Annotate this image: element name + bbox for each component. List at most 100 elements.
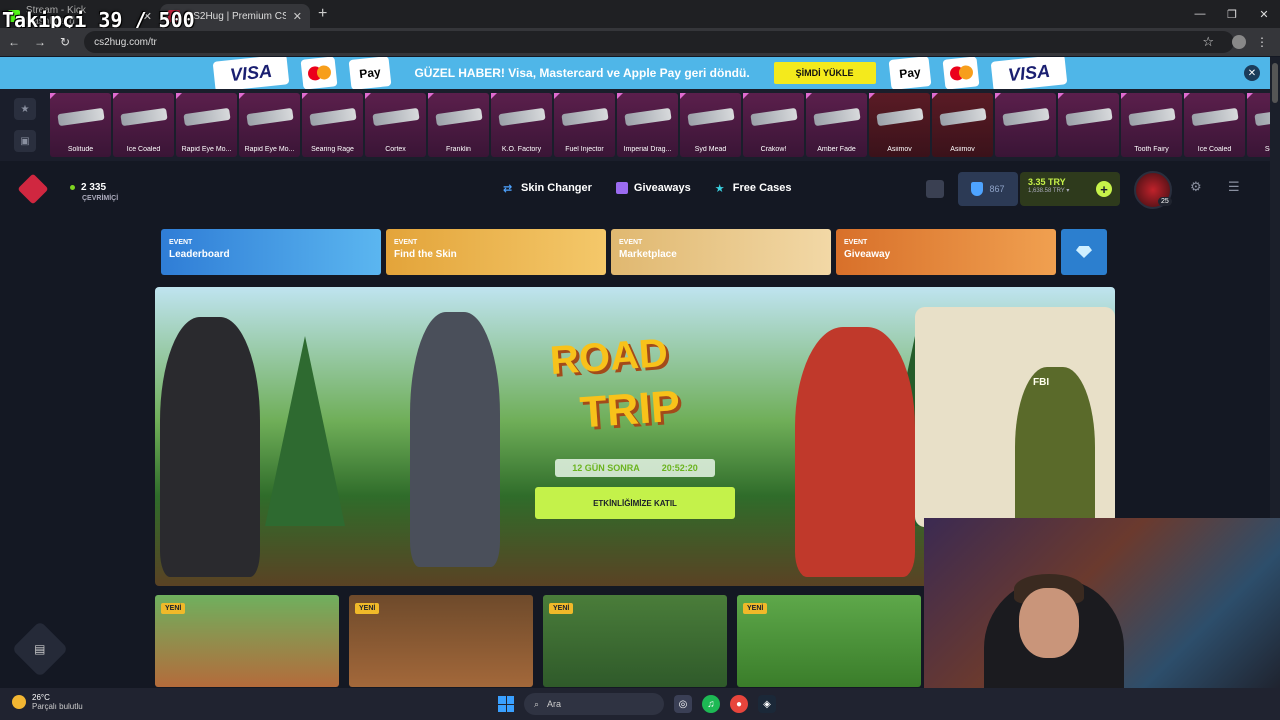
back-icon[interactable]: ← bbox=[8, 35, 20, 49]
drop-item[interactable]: Searing Rage bbox=[302, 93, 363, 157]
mastercard-icon bbox=[942, 57, 979, 89]
drop-item[interactable]: Rapid Eye Mo... bbox=[239, 93, 300, 157]
weapon-skin-icon bbox=[435, 107, 483, 127]
forward-icon[interactable]: → bbox=[34, 35, 46, 49]
drop-name: Amber Fade bbox=[817, 146, 856, 153]
inventory-box-icon[interactable] bbox=[926, 180, 944, 198]
profile-icon[interactable] bbox=[1232, 35, 1246, 49]
online-label: ÇEVRİMİÇİ bbox=[82, 195, 119, 202]
drop-name: Solitude bbox=[1264, 146, 1270, 153]
drop-name: Franklin bbox=[446, 146, 471, 153]
drop-item[interactable]: Rapid Eye Mo... bbox=[176, 93, 237, 157]
minimize-icon[interactable]: — bbox=[1184, 0, 1216, 28]
weapon-skin-icon bbox=[57, 107, 105, 127]
event-find-the-skin[interactable]: EVENT Find the Skin bbox=[386, 229, 606, 275]
drop-item[interactable]: Ice Coaled bbox=[1184, 93, 1245, 157]
drop-name: Rapid Eye Mo... bbox=[244, 146, 295, 153]
case-card[interactable]: YENİ bbox=[349, 595, 533, 687]
spotify-icon[interactable]: ♫ bbox=[702, 695, 720, 713]
address-bar-row: ← → ↻ cs2hug.com/tr ☆ ⋮ bbox=[0, 28, 1280, 56]
drop-item[interactable]: Solitude bbox=[1247, 93, 1270, 157]
weather-widget[interactable]: 26°C Parçalı bulutlu bbox=[12, 693, 83, 711]
deposit-plus-button[interactable]: + bbox=[1096, 181, 1112, 197]
drop-item[interactable]: Tooth Fairy bbox=[1121, 93, 1182, 157]
bookmark-star-icon[interactable]: ☆ bbox=[1202, 34, 1214, 50]
drop-item[interactable]: K.O. Factory bbox=[491, 93, 552, 157]
windows-start-icon[interactable] bbox=[498, 696, 514, 712]
drop-item[interactable] bbox=[1058, 93, 1119, 157]
drop-name: Solitude bbox=[67, 146, 94, 153]
url-field[interactable]: cs2hug.com/tr bbox=[84, 31, 1235, 53]
drop-item[interactable]: Solitude bbox=[50, 93, 111, 157]
join-event-button[interactable]: ETKİNLİĞİMİZE KATIL bbox=[535, 487, 735, 519]
menu-icon[interactable]: ☰ bbox=[1228, 179, 1240, 195]
drop-item[interactable]: Syd Mead bbox=[680, 93, 741, 157]
nav-free-cases[interactable]: ★ Free Cases bbox=[714, 182, 792, 195]
weapon-skin-icon bbox=[1254, 107, 1270, 127]
app-icon[interactable]: ◎ bbox=[674, 695, 692, 713]
nav-skin-changer[interactable]: ⇄ Skin Changer bbox=[503, 182, 592, 195]
visa-card-icon: VISA bbox=[990, 57, 1067, 89]
road-trip-title-line1: ROAD bbox=[548, 330, 670, 384]
drop-item[interactable]: Ice Coaled bbox=[113, 93, 174, 157]
weapon-skin-icon bbox=[1128, 107, 1176, 127]
diamond-event-button[interactable] bbox=[1061, 229, 1107, 275]
drop-item[interactable]: Amber Fade bbox=[806, 93, 867, 157]
drop-item[interactable]: Asiimov bbox=[932, 93, 993, 157]
drop-item[interactable]: Fuel Injector bbox=[554, 93, 615, 157]
steam-icon[interactable]: ◈ bbox=[758, 695, 776, 713]
shield-balance[interactable]: 867 bbox=[958, 172, 1018, 206]
drop-name: Asiimov bbox=[887, 146, 912, 153]
diamond-icon bbox=[1076, 246, 1092, 258]
case-card[interactable]: YENİ bbox=[543, 595, 727, 687]
drop-name: Imperial Drag... bbox=[623, 146, 672, 153]
event-marketplace[interactable]: EVENT Marketplace bbox=[611, 229, 831, 275]
case-card[interactable]: YENİ bbox=[737, 595, 921, 687]
drop-item[interactable]: Franklin bbox=[428, 93, 489, 157]
new-tab-icon[interactable]: + bbox=[318, 5, 327, 23]
close-tab-icon[interactable]: ✕ bbox=[293, 10, 302, 23]
drop-item[interactable]: Imperial Drag... bbox=[617, 93, 678, 157]
drop-name: Cortex bbox=[385, 146, 406, 153]
weapon-skin-icon bbox=[561, 107, 609, 127]
case-card[interactable]: YENİ bbox=[155, 595, 339, 687]
all-drops-icon[interactable]: ▣ bbox=[14, 130, 36, 152]
balance-widget[interactable]: 3.35 TRY 1,638.58 TRY ▾ + bbox=[1020, 172, 1120, 206]
site-logo[interactable] bbox=[17, 173, 49, 205]
taskbar-search[interactable]: ⌕ Ara bbox=[524, 693, 664, 715]
online-count: 2 335 bbox=[70, 182, 106, 193]
chrome-icon[interactable]: ● bbox=[730, 695, 748, 713]
star-icon: ★ bbox=[714, 183, 725, 195]
weather-icon bbox=[12, 695, 26, 709]
drop-name: Syd Mead bbox=[694, 146, 727, 153]
event-leaderboard[interactable]: EVENT Leaderboard bbox=[161, 229, 381, 275]
drop-name: Asiimov bbox=[950, 146, 975, 153]
drop-item[interactable]: Crakow! bbox=[743, 93, 804, 157]
drop-item[interactable] bbox=[995, 93, 1056, 157]
live-drops-ticker: ★ ▣ Solitude Ice Coaled Rapid Eye Mo... Rap… bbox=[0, 89, 1270, 161]
top-drops-icon[interactable]: ★ bbox=[14, 98, 36, 120]
new-badge: YENİ bbox=[549, 603, 574, 614]
drop-item[interactable]: Cortex bbox=[365, 93, 426, 157]
close-promo-icon[interactable]: ✕ bbox=[1244, 65, 1260, 81]
mastercard-icon bbox=[300, 57, 338, 89]
gear-icon[interactable]: ⚙ bbox=[1190, 179, 1202, 195]
event-countdown: 12 GÜN SONRA 20:52:20 bbox=[555, 459, 715, 477]
restore-icon[interactable]: ❐ bbox=[1216, 0, 1248, 28]
weapon-skin-icon bbox=[624, 107, 672, 127]
weapon-skin-icon bbox=[1002, 107, 1050, 127]
weapon-skin-icon bbox=[120, 107, 168, 127]
browser-menu-icon[interactable]: ⋮ bbox=[1256, 35, 1268, 49]
search-icon: ⌕ bbox=[534, 698, 540, 709]
drop-name: K.O. Factory bbox=[501, 146, 542, 153]
weapon-skin-icon bbox=[183, 107, 231, 127]
event-giveaway[interactable]: EVENT Giveaway bbox=[836, 229, 1056, 275]
nav-giveaways[interactable]: Giveaways bbox=[615, 182, 691, 194]
weapon-skin-icon bbox=[246, 107, 294, 127]
load-now-button[interactable]: ŞİMDİ YÜKLE bbox=[773, 62, 876, 84]
drop-item[interactable]: Asiimov bbox=[869, 93, 930, 157]
reload-icon[interactable]: ↻ bbox=[60, 35, 70, 49]
shield-icon bbox=[971, 182, 984, 196]
chat-button[interactable]: ▤ bbox=[11, 620, 69, 678]
close-window-icon[interactable]: ✕ bbox=[1248, 0, 1280, 28]
